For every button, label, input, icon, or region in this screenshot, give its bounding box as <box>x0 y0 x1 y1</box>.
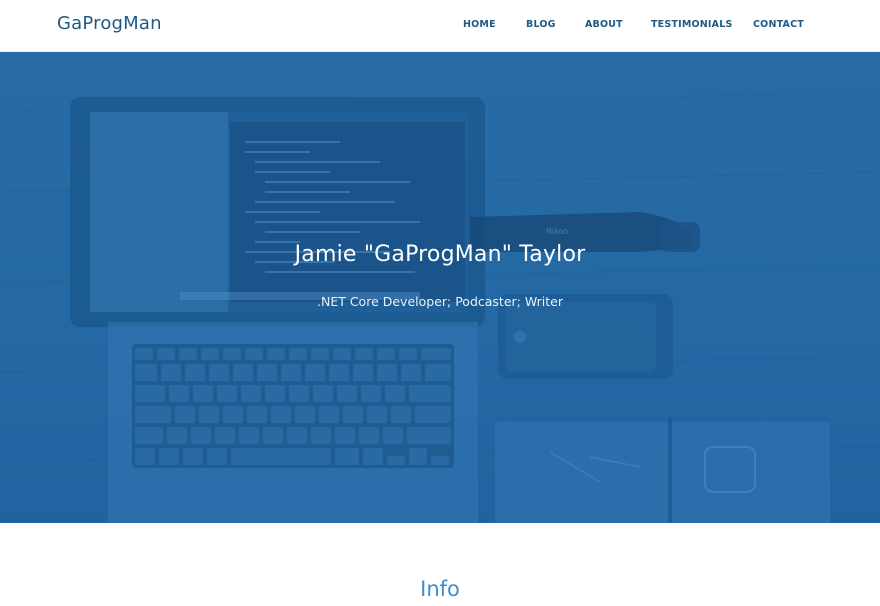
brand-logo[interactable]: GaProgMan <box>57 13 162 34</box>
hero-section: Nikon Jamie "GaProgMan" Taylor .NET Core… <box>0 52 880 523</box>
hero-subtitle: .NET Core Developer; Podcaster; Writer <box>317 294 563 309</box>
nav-testimonials[interactable]: TESTIMONIALS <box>651 19 733 30</box>
info-heading: Info <box>420 577 460 601</box>
navbar: GaProgMan HOME BLOG ABOUT TESTIMONIALS C… <box>0 0 880 52</box>
info-section: Info <box>0 523 880 606</box>
nav-contact[interactable]: CONTACT <box>753 19 804 30</box>
nav-home[interactable]: HOME <box>463 19 496 30</box>
hero-title: Jamie "GaProgMan" Taylor <box>294 242 586 267</box>
hero-background-image: Nikon <box>0 52 880 523</box>
nav-about[interactable]: ABOUT <box>585 19 623 30</box>
nav-blog[interactable]: BLOG <box>526 19 556 30</box>
